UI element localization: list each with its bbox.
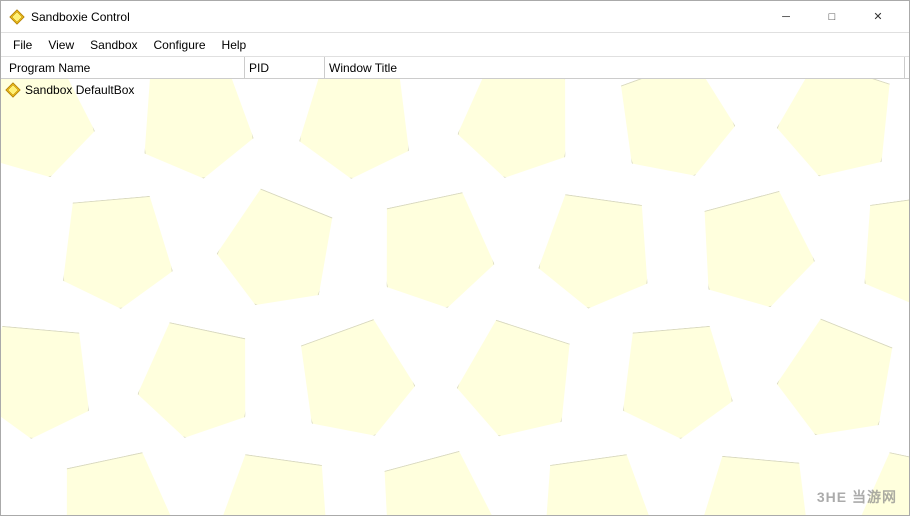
maximize-button[interactable]: □: [809, 1, 855, 33]
window-controls: ─ □ ✕: [763, 1, 901, 33]
list-item[interactable]: Sandbox DefaultBox: [1, 79, 909, 101]
app-icon: [9, 9, 25, 25]
content-area: Sandbox DefaultBox 3HE 当游网: [1, 79, 909, 515]
watermark-label: 3HE 当游网: [817, 487, 897, 507]
menubar: File View Sandbox Configure Help: [1, 33, 909, 57]
window-title: Sandboxie Control: [31, 10, 763, 24]
minimize-button[interactable]: ─: [763, 1, 809, 33]
sandbox-item-icon: [5, 82, 21, 98]
menu-sandbox[interactable]: Sandbox: [82, 33, 145, 56]
menu-view[interactable]: View: [40, 33, 82, 56]
menu-help[interactable]: Help: [214, 33, 255, 56]
col-program-name: Program Name: [5, 57, 245, 78]
column-headers: Program Name PID Window Title: [1, 57, 909, 79]
main-window: Sandboxie Control ─ □ ✕ File View Sandbo…: [0, 0, 910, 516]
titlebar: Sandboxie Control ─ □ ✕: [1, 1, 909, 33]
menu-configure[interactable]: Configure: [146, 33, 214, 56]
menu-file[interactable]: File: [5, 33, 40, 56]
col-window-title: Window Title: [325, 57, 905, 78]
col-pid: PID: [245, 57, 325, 78]
sandbox-name: Sandbox DefaultBox: [25, 83, 134, 97]
close-button[interactable]: ✕: [855, 1, 901, 33]
list-area: Sandbox DefaultBox: [1, 79, 909, 515]
